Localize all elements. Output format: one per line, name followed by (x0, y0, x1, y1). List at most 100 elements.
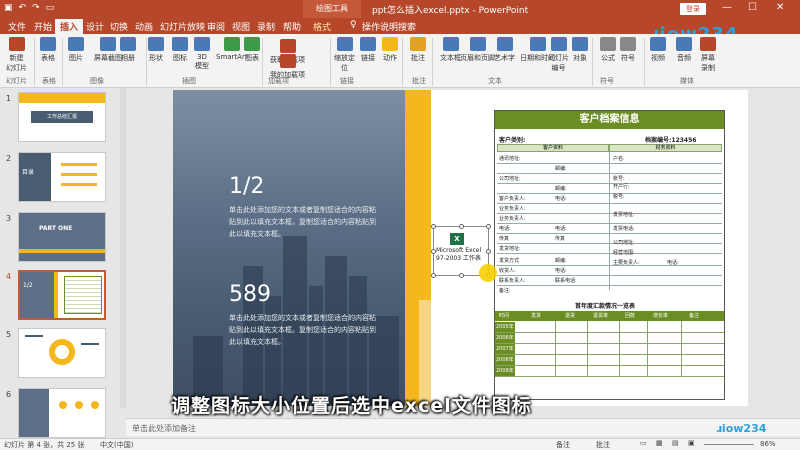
slide-thumbnail-5[interactable] (18, 328, 106, 378)
header-footer-button[interactable]: 页眉和页脚 (460, 37, 495, 63)
zoom-level[interactable]: 86% (760, 440, 776, 448)
tell-me-search[interactable]: 操作说明搜索 (362, 20, 416, 33)
year-cell: 2007年 (495, 344, 515, 354)
tab-review[interactable]: 审阅 (207, 20, 225, 33)
screenshot-button[interactable]: 屏幕截图 (94, 37, 122, 63)
slide-thumbnail-1[interactable]: 工作总结汇报 (18, 92, 106, 142)
resize-handle[interactable] (459, 224, 464, 229)
new-slide-button[interactable]: 新建 幻灯片 (6, 37, 27, 73)
ribbon-button-label: 图表 (245, 54, 259, 62)
object-button[interactable]: 对象 (572, 37, 588, 63)
tab-view[interactable]: 视图 (232, 20, 250, 33)
table-row: 2008年 (495, 355, 724, 366)
year-cell: 2008年 (495, 355, 515, 365)
ribbon-group-label: 媒体 (680, 77, 694, 85)
reading-view-icon[interactable]: ▤ (672, 439, 679, 447)
picture-button[interactable]: 图片 (68, 37, 84, 63)
ribbon-separator (330, 38, 331, 86)
tab-home[interactable]: 开始 (34, 20, 52, 33)
ribbon-group-label: 表格 (42, 77, 56, 85)
chart-button[interactable]: 图表 (244, 37, 260, 63)
audio-button[interactable]: 音频 (676, 37, 692, 63)
tab-transitions[interactable]: 切换 (110, 20, 128, 33)
ribbon-button-label: 页眉和页脚 (460, 54, 495, 62)
undo-icon[interactable]: ↶ (19, 3, 27, 13)
form-field-label: 发货方式 (499, 258, 520, 264)
comments-toggle-button[interactable]: 批注 (596, 440, 610, 450)
status-bar: 幻灯片 第 4 张，共 25 张 中文(中国) 备注 批注 ▭ ▦ ▤ ▣ 86… (0, 438, 800, 450)
slideshow-view-icon[interactable]: ▣ (688, 439, 695, 447)
login-button[interactable]: 登录 (680, 3, 706, 15)
icons-button[interactable]: 图标 (172, 37, 188, 63)
screen-record-button[interactable]: 屏幕 录制 (700, 37, 716, 73)
slide-thumbnail-4[interactable]: 1/2 (18, 270, 106, 320)
language-indicator[interactable]: 中文(中国) (100, 440, 133, 450)
zoom-button[interactable]: 缩放定 位 (334, 37, 355, 73)
ribbon-button-label: 动作 (383, 54, 397, 62)
action-button[interactable]: 动作 (382, 37, 398, 63)
tab-design[interactable]: 设计 (86, 20, 104, 33)
album-icon (120, 37, 136, 51)
form-field-label: 业务负责人: (499, 216, 526, 222)
minimize-button[interactable]: — (722, 2, 732, 13)
resize-handle[interactable] (459, 273, 464, 278)
save-icon[interactable]: ▣ (4, 3, 13, 13)
link-button[interactable]: 链接 (360, 37, 376, 63)
ribbon: 新建 幻灯片表格图片屏幕截图相册形状图标3D 模型SmartArt图表获取加载项… (0, 34, 800, 88)
equation-button[interactable]: 公式 (600, 37, 616, 63)
maximize-button[interactable]: ☐ (748, 2, 757, 13)
tab-slideshow[interactable]: 幻灯片放映 (160, 20, 205, 33)
resize-handle[interactable] (486, 249, 491, 254)
resize-handle[interactable] (431, 249, 436, 254)
zoom-slider[interactable] (704, 444, 754, 445)
get-addins-icon (279, 39, 296, 53)
wordart-button[interactable]: 艺术字 (494, 37, 515, 63)
resize-handle[interactable] (486, 224, 491, 229)
smartart-button[interactable]: SmartArt (216, 37, 248, 61)
link-icon (360, 37, 376, 51)
redo-icon[interactable]: ↷ (32, 3, 40, 13)
tab-record[interactable]: 录制 (257, 20, 275, 33)
drawing-tools-context: 绘图工具 (303, 0, 361, 18)
textbox-button[interactable]: 文本框 (440, 37, 461, 63)
quick-access-toolbar: ▣ ↶ ↷ ▭ (4, 3, 54, 13)
3d-model-button[interactable]: 3D 模型 (194, 37, 210, 71)
resize-handle[interactable] (431, 273, 436, 278)
notes-pane[interactable]: 单击此处添加备注 (126, 418, 800, 436)
form-field-label: 通讯地址: (499, 156, 521, 162)
customer-archive-form[interactable]: 客户档案信息 客户类别: 档案编号:123456 客户资料 财务资料 通讯地址:… (494, 110, 725, 400)
start-slideshow-icon[interactable]: ▭ (46, 3, 55, 13)
slide-canvas[interactable]: 1/2 单击此处添加您的文本或者复制您适合的内容粘贴到此以填充文本框，复制您适合… (173, 90, 748, 406)
slide-thumbnail-2[interactable]: 目录 (18, 152, 106, 202)
ribbon-button-label: 对象 (573, 54, 587, 62)
normal-view-icon[interactable]: ▭ (640, 439, 647, 447)
slide-thumbnail-6[interactable] (18, 388, 106, 438)
shapes-button[interactable]: 形状 (148, 37, 164, 63)
customer-type-label: 客户类别: (499, 137, 526, 144)
table-button[interactable]: 表格 (40, 37, 56, 63)
col-header: 时间 (499, 313, 510, 319)
form-field-label: 账号: (613, 176, 625, 182)
form-field-label: 主要负责人: (613, 260, 640, 266)
slide-number-button[interactable]: 幻灯片 编号 (548, 37, 569, 73)
thumbnail-scrollbar[interactable] (120, 88, 126, 408)
close-button[interactable]: ✕ (776, 2, 784, 13)
resize-handle[interactable] (431, 224, 436, 229)
tab-file[interactable]: 文件 (8, 20, 26, 33)
slide-thumbnail-3[interactable]: PART ONE (18, 212, 106, 262)
col-header: 发货 (531, 313, 542, 319)
tab-format[interactable]: 格式 (313, 20, 331, 33)
comment-button[interactable]: 批注 (410, 37, 426, 63)
ribbon-button-label: 公式 (601, 54, 615, 62)
notes-toggle-button[interactable]: 备注 (556, 440, 570, 450)
ribbon-separator (592, 38, 593, 86)
tab-help[interactable]: 帮助 (283, 20, 301, 33)
sorter-view-icon[interactable]: ▦ (656, 439, 663, 447)
ribbon-separator (402, 38, 403, 86)
symbol-button[interactable]: 符号 (620, 37, 636, 63)
tab-insert[interactable]: 插入 (55, 19, 84, 34)
album-button[interactable]: 相册 (120, 37, 136, 63)
form-field-label: 联系负责人: (499, 278, 526, 284)
tab-animations[interactable]: 动画 (135, 20, 153, 33)
video-button[interactable]: 视频 (650, 37, 666, 63)
